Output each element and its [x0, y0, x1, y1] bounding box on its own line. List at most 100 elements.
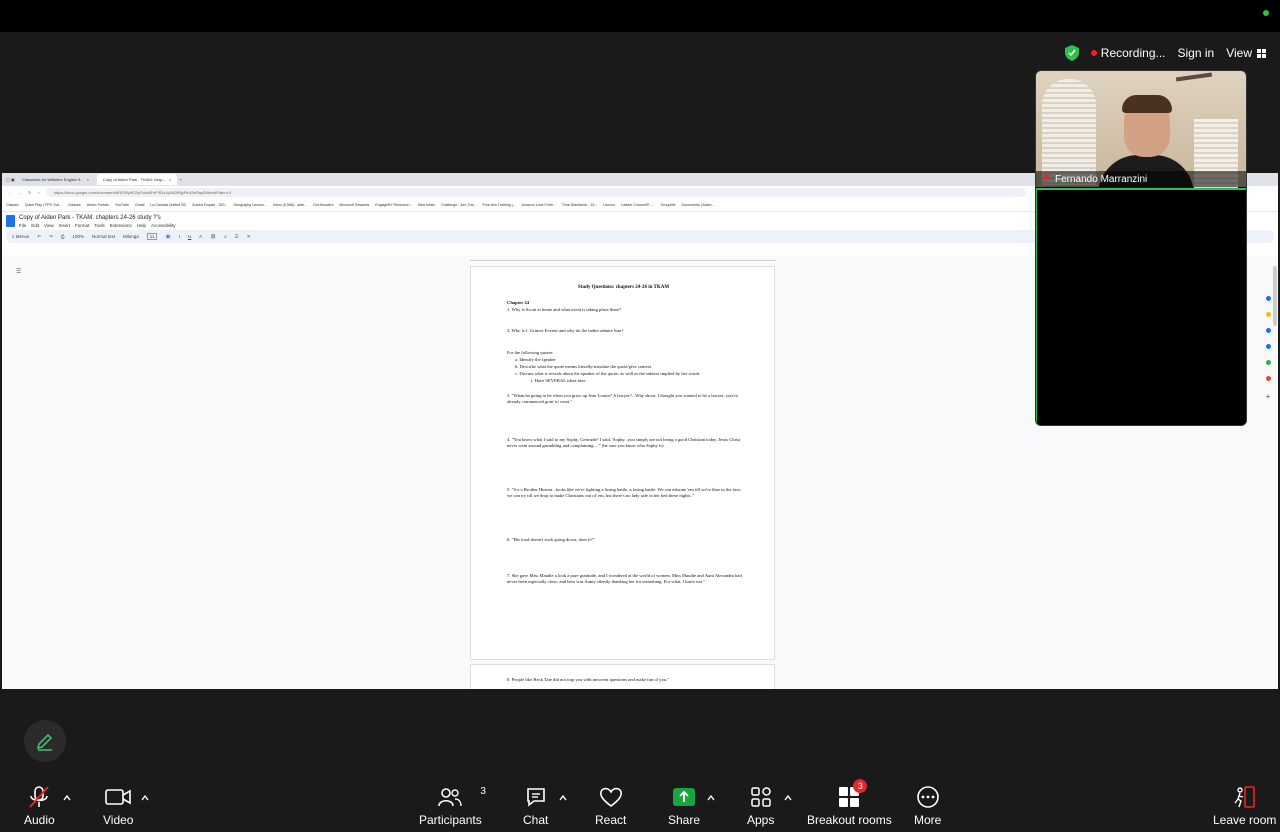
chevron-up-icon[interactable]	[707, 794, 715, 802]
chevron-up-icon[interactable]	[63, 794, 71, 802]
menu-format[interactable]: Format	[75, 223, 89, 228]
more-button[interactable]: More	[914, 784, 941, 827]
bookmark-item[interactable]: Get Answers	[313, 203, 333, 207]
chat-button[interactable]: Chat	[523, 784, 548, 827]
participant-video-fernando[interactable]: Fernando Marranzini	[1036, 71, 1246, 195]
bookmark-item[interactable]: Challenge - Aim Trai...	[441, 203, 476, 207]
menu-accessibility[interactable]: Accessibility	[151, 223, 176, 228]
bookmark-item[interactable]: Geography Lesson...	[234, 203, 267, 207]
bookmark-item[interactable]: Lenovo	[603, 203, 615, 207]
clear-format-icon[interactable]: ✕	[247, 234, 251, 240]
maps-icon[interactable]	[1265, 360, 1271, 365]
quote-instruction-c: c. Discuss what it reveals about the spe…	[515, 371, 700, 376]
bookmark-item[interactable]: Time Standards - 15...	[562, 203, 597, 207]
menu-tools[interactable]: Tools	[94, 223, 105, 228]
add-addon-icon[interactable]: +	[1266, 392, 1271, 401]
zoom-select[interactable]: 100%	[72, 234, 84, 239]
menu-edit[interactable]: Edit	[31, 223, 39, 228]
doc-title[interactable]: Copy of Aiden Park - TKAM: chapters 24-2…	[19, 215, 176, 222]
bookmark-item[interactable]: Gmail	[135, 203, 144, 207]
participants-icon	[438, 788, 463, 807]
align-icon[interactable]: ≡	[224, 234, 227, 239]
apps-button[interactable]: Apps	[747, 784, 774, 827]
ruler[interactable]	[470, 257, 776, 261]
breakout-rooms-button[interactable]: 3 Breakout rooms	[807, 779, 892, 827]
calendar-icon[interactable]	[1265, 296, 1271, 301]
close-icon[interactable]: ×	[87, 177, 89, 182]
chevron-up-icon[interactable]	[141, 794, 149, 802]
contacts-icon[interactable]	[1265, 344, 1271, 349]
bookmark-item[interactable]: GroupMe	[661, 203, 676, 207]
url-input[interactable]: https://docs.google.com/document/d/1Gf9y…	[45, 188, 1026, 197]
bookmark-item[interactable]: YouTube	[115, 203, 129, 207]
bookmark-item[interactable]: Zombs Royale - 300...	[192, 203, 227, 207]
share-button[interactable]: Share	[668, 784, 700, 827]
bookmark-item[interactable]: Classes	[6, 203, 19, 207]
underline-icon[interactable]: U	[188, 234, 191, 239]
reload-icon[interactable]: ↻	[28, 190, 31, 195]
font-select[interactable]: Milonga	[123, 234, 139, 239]
undo-icon[interactable]: ↶	[37, 234, 41, 240]
bookmark-item[interactable]: Microsoft Rewards	[339, 203, 369, 207]
audio-button[interactable]: Audio	[24, 784, 55, 827]
bookmark-item[interactable]: Inbox (5,558) - aide...	[273, 203, 307, 207]
home-icon[interactable]: ⌂	[37, 190, 39, 195]
share-screen-icon	[673, 788, 696, 806]
bookmark-item[interactable]: Aimex Portals	[87, 203, 109, 207]
participants-button[interactable]: 3 Participants	[419, 784, 486, 827]
menu-extensions[interactable]: Extensions	[110, 223, 132, 228]
browser-tab-classwork[interactable]: Classwork for Wiltshire English 9... ×	[16, 174, 95, 185]
bookmark-item[interactable]: Free Aim Training |...	[482, 203, 515, 207]
react-button[interactable]: React	[595, 784, 626, 827]
doc-page[interactable]: Study Questions: chapters 24-26 in TKAM …	[470, 266, 775, 660]
bookmark-item[interactable]: Documents | Aiden...	[682, 203, 715, 207]
outline-icon[interactable]: ☰	[16, 268, 21, 275]
link-icon[interactable]: ⛓	[210, 234, 216, 240]
bookmark-item[interactable]: Amazon Luxe Fortn...	[522, 203, 556, 207]
quote-instruction-a: a. Identify the speaker	[515, 357, 556, 362]
quotes-intro: For the following quotes:	[507, 350, 554, 355]
leave-room-button[interactable]: Leave room	[1213, 784, 1276, 827]
print-icon[interactable]: ⎙	[61, 234, 65, 239]
participant-video-empty[interactable]	[1036, 188, 1246, 425]
back-icon[interactable]: ←	[8, 190, 12, 195]
new-tab-icon[interactable]: +	[179, 177, 181, 182]
share-label: Share	[668, 813, 701, 827]
participant-video-panel[interactable]: Fernando Marranzini	[1035, 70, 1247, 426]
menu-file[interactable]: File	[19, 223, 26, 228]
bookmark-item[interactable]: Quick Play | FPS Trai...	[25, 203, 62, 207]
bookmark-item[interactable]: Ladder Connect® -...	[621, 203, 654, 207]
shield-icon[interactable]	[1064, 45, 1079, 61]
bold-icon[interactable]: B	[165, 234, 171, 239]
style-select[interactable]: Normal text	[92, 234, 115, 239]
chevron-up-icon[interactable]	[559, 794, 567, 802]
recording-indicator[interactable]: Recording...	[1090, 46, 1166, 60]
font-size-input[interactable]: 11	[146, 233, 158, 240]
question-1: 1. Why is Scout at home and what event i…	[507, 307, 622, 312]
redo-icon[interactable]: ↷	[49, 234, 53, 240]
browser-tab-doc[interactable]: Copy of Aiden Park - TKAM: chap... ×	[96, 174, 178, 185]
menus-search[interactable]: ⌕ Menus	[12, 234, 29, 239]
annotate-button[interactable]	[24, 720, 66, 762]
menu-view[interactable]: View	[44, 223, 54, 228]
docs-logo-icon[interactable]	[6, 215, 15, 227]
menu-help[interactable]: Help	[137, 223, 146, 228]
forward-icon[interactable]: →	[18, 190, 22, 195]
text-color-icon[interactable]: A	[199, 234, 202, 239]
bookmark-item[interactable]: La Canada Unified SD	[150, 203, 186, 207]
close-icon[interactable]: ×	[169, 177, 171, 182]
chevron-up-icon[interactable]	[784, 794, 792, 802]
video-button[interactable]: Video	[103, 784, 133, 827]
sign-in-button[interactable]: Sign in	[1178, 46, 1215, 60]
doc-page-2[interactable]: 8. People like Heck Tate did not trap yo…	[470, 664, 775, 689]
keep-icon[interactable]	[1265, 312, 1271, 317]
addon-icon[interactable]	[1265, 376, 1271, 381]
list-icon[interactable]: ☰	[235, 234, 239, 240]
menu-insert[interactable]: Insert	[59, 223, 70, 228]
tasks-icon[interactable]	[1265, 328, 1271, 333]
bookmark-item[interactable]: Classes	[68, 203, 81, 207]
view-button[interactable]: View	[1226, 46, 1266, 60]
bookmark-item[interactable]: New folder	[418, 203, 435, 207]
bookmark-item[interactable]: EngageNY Resource...	[375, 203, 412, 207]
italic-icon[interactable]: I	[179, 234, 180, 239]
